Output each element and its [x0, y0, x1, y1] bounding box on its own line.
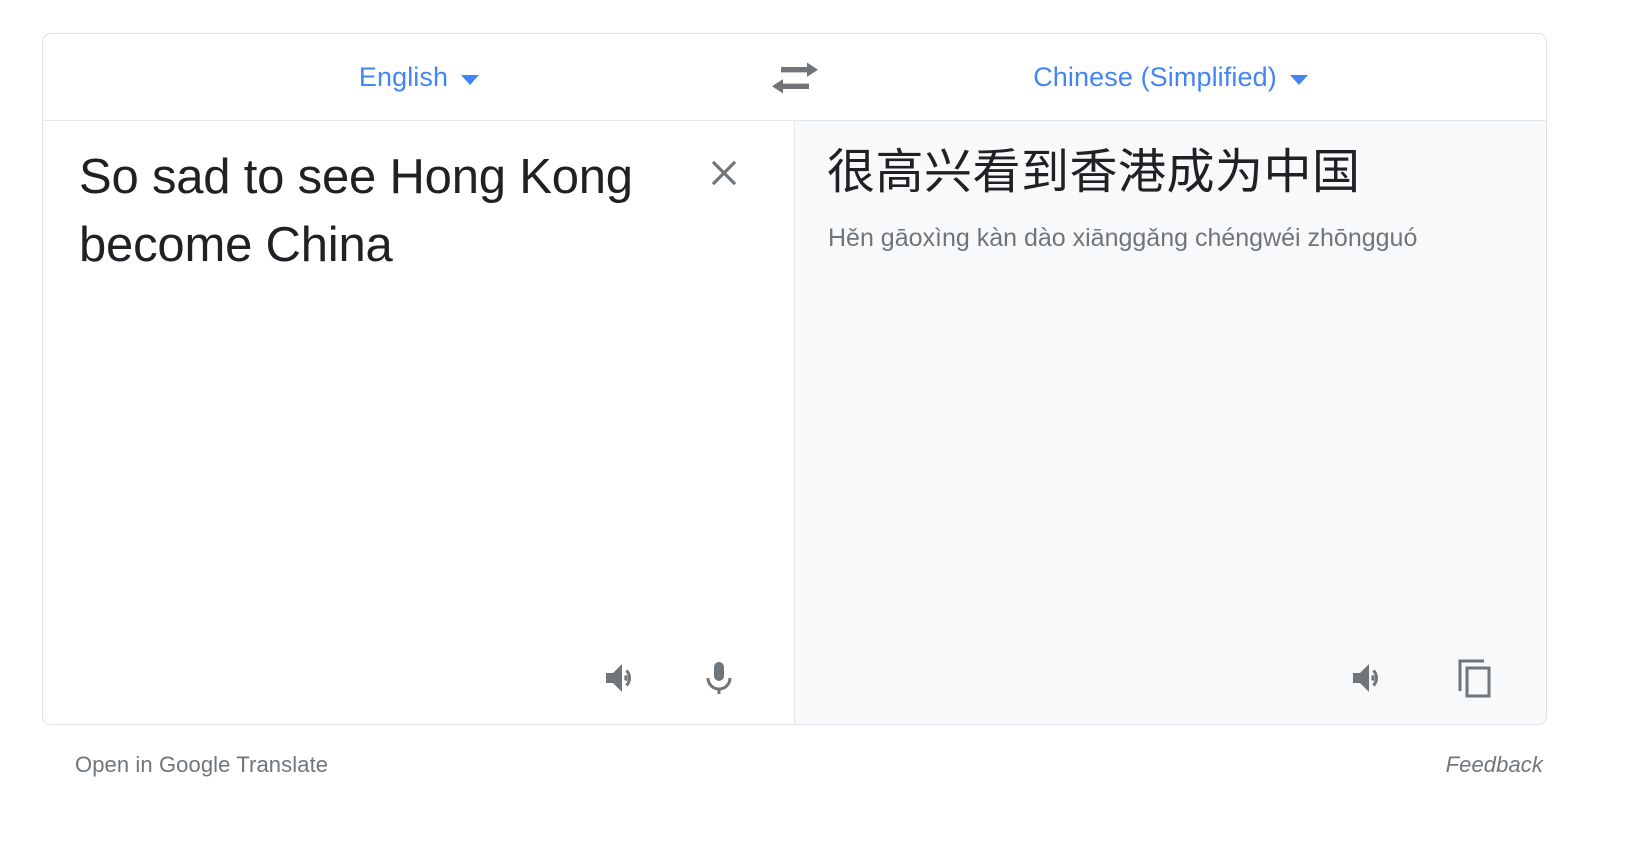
clear-source-button[interactable]	[704, 153, 744, 193]
chevron-down-icon	[1289, 74, 1308, 85]
speaker-icon	[606, 664, 631, 692]
source-language-label: English	[358, 62, 449, 92]
listen-source-button[interactable]	[598, 655, 644, 701]
open-in-google-translate-link[interactable]: Open in Google Translate	[75, 752, 328, 778]
translate-card: English Chinese (Simplified) So sad to s…	[42, 33, 1547, 725]
copy-icon	[1458, 659, 1491, 698]
card-footer: Open in Google Translate Feedback	[42, 752, 1547, 792]
translation-panes: So sad to see Hong Kong become China 很高兴…	[43, 121, 1546, 724]
target-language-label: Chinese (Simplified)	[1033, 62, 1277, 92]
source-pane-actions	[598, 655, 742, 701]
google-translate-widget: English Chinese (Simplified) So sad to s…	[0, 0, 1650, 866]
source-text-input[interactable]: So sad to see Hong Kong become China	[79, 144, 679, 279]
microphone-icon	[706, 662, 732, 694]
source-pane: So sad to see Hong Kong become China	[43, 121, 795, 724]
source-language-selector[interactable]: English	[43, 34, 795, 121]
copy-translation-button[interactable]	[1451, 655, 1497, 701]
romanization-text: Hěn gāoxìng kàn dào xiānggǎng chéngwéi z…	[828, 224, 1418, 252]
feedback-link[interactable]: Feedback	[1446, 752, 1543, 778]
target-pane: 很高兴看到香港成为中国 Hěn gāoxìng kàn dào xiānggǎn…	[795, 121, 1545, 724]
chevron-down-icon	[461, 74, 480, 85]
target-language-selector[interactable]: Chinese (Simplified)	[795, 34, 1546, 121]
listen-translation-button[interactable]	[1345, 655, 1391, 701]
language-bar: English Chinese (Simplified)	[43, 34, 1546, 121]
speaker-icon	[1353, 664, 1378, 692]
microphone-button[interactable]	[696, 655, 742, 701]
translated-text: 很高兴看到香港成为中国	[827, 144, 1361, 200]
close-icon	[711, 160, 737, 186]
target-pane-actions	[1345, 655, 1497, 701]
